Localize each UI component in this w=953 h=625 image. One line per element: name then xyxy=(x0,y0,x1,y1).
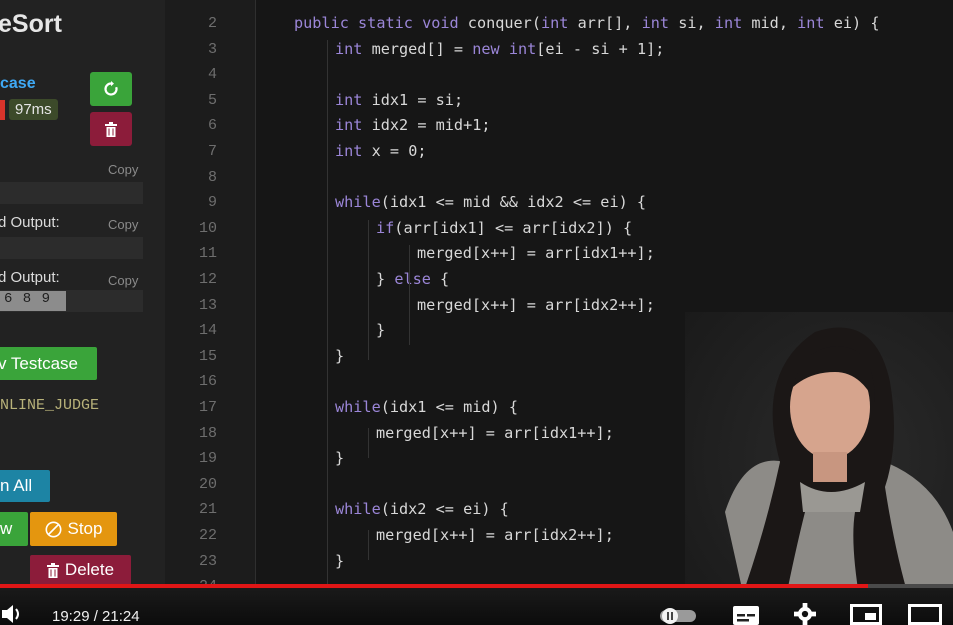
line-number: 9 xyxy=(207,194,217,212)
line-number: 22 xyxy=(198,527,217,544)
stop-label: Stop xyxy=(67,519,103,538)
code-line: } xyxy=(335,346,345,365)
line-number: 14 xyxy=(198,322,217,340)
judge-define-text: NLINE_JUDGE xyxy=(0,397,100,414)
line-number: 5 xyxy=(207,91,217,109)
indent-guide xyxy=(368,530,369,560)
line-number: 4 xyxy=(207,66,217,84)
subtitles-icon[interactable] xyxy=(733,606,759,625)
run-all-button[interactable]: n All xyxy=(0,470,50,502)
line-number: 18 xyxy=(198,424,217,442)
miniplayer-icon[interactable] xyxy=(850,604,882,625)
code-line: while(idx1 <= mid && idx2 <= ei) { xyxy=(335,193,647,212)
time-badge: 97ms xyxy=(9,99,58,120)
line-number: 15 xyxy=(198,347,217,365)
code-line: if(arr[idx1] <= arr[idx2]) { xyxy=(376,218,633,237)
delete-all-button[interactable]: Delete xyxy=(30,555,131,585)
your-output-value: 6 8 9 xyxy=(0,291,66,311)
copy-your-output-link[interactable]: Copy xyxy=(108,273,138,288)
autoplay-toggle-icon[interactable] xyxy=(660,608,700,624)
indent-guide xyxy=(368,220,369,360)
line-number: 10 xyxy=(198,219,217,237)
line-number: 19 xyxy=(198,450,217,468)
line-number: 13 xyxy=(198,296,217,314)
line-number: 11 xyxy=(198,245,217,263)
gutter-divider xyxy=(255,0,256,600)
line-number-gutter: 2345678910111213141516171819202122232425 xyxy=(165,0,255,625)
code-line: int merged[] = new int[ei - si + 1]; xyxy=(335,39,665,58)
copy-input-link[interactable]: Copy xyxy=(108,162,138,177)
new-testcase-button[interactable]: v Testcase xyxy=(0,347,97,380)
problem-title: eSort xyxy=(0,10,62,38)
theater-mode-icon[interactable] xyxy=(908,604,942,625)
line-number: 8 xyxy=(207,168,217,186)
time-display: 19:29 / 21:24 xyxy=(52,608,140,625)
expected-output-field[interactable] xyxy=(0,237,143,259)
line-number: 6 xyxy=(207,117,217,135)
code-line: merged[x++] = arr[idx2++]; xyxy=(376,526,614,544)
code-line: } else { xyxy=(376,270,450,288)
input-field[interactable] xyxy=(0,182,143,204)
stop-button[interactable]: Stop xyxy=(30,512,117,546)
code-line: while(idx2 <= ei) { xyxy=(335,500,509,519)
line-number: 17 xyxy=(198,399,217,416)
delete-label: Delete xyxy=(64,560,115,579)
code-line: } xyxy=(335,551,345,570)
code-line: int idx1 = si; xyxy=(335,90,464,109)
copy-expected-output-link[interactable]: Copy xyxy=(108,217,138,232)
testcase-label: case xyxy=(0,75,36,92)
code-line: merged[x++] = arr[idx1++]; xyxy=(376,423,614,442)
presenter-webcam xyxy=(685,312,953,602)
volume-icon[interactable] xyxy=(2,604,28,624)
trash-icon xyxy=(46,562,59,578)
view-button[interactable]: w xyxy=(0,512,28,546)
code-line: int idx2 = mid+1; xyxy=(335,116,491,135)
trash-icon xyxy=(105,121,117,137)
indent-guide xyxy=(368,428,369,458)
code-line: } xyxy=(376,321,386,340)
code-line: public static void conquer(int arr[], in… xyxy=(294,14,880,32)
code-line: while(idx1 <= mid) { xyxy=(335,398,518,416)
code-line: merged[x++] = arr[idx1++]; xyxy=(417,244,655,263)
code-line: } xyxy=(335,449,345,468)
line-number: 12 xyxy=(198,271,217,288)
line-number: 20 xyxy=(198,475,217,493)
line-number: 16 xyxy=(198,373,217,391)
line-number: 23 xyxy=(198,552,217,570)
refresh-icon xyxy=(104,81,118,96)
line-number: 3 xyxy=(207,40,217,58)
line-number: 21 xyxy=(198,501,217,519)
status-chip xyxy=(0,100,5,120)
your-output-label: d Output: xyxy=(0,269,60,286)
code-line: merged[x++] = arr[idx2++]; xyxy=(417,295,655,314)
line-number: 7 xyxy=(207,143,217,160)
line-number: 2 xyxy=(207,15,217,32)
testcase-panel: eSort case 97ms Copy d Output: Copy d Ou… xyxy=(0,0,165,625)
indent-guide xyxy=(409,245,410,345)
reset-button[interactable] xyxy=(90,72,132,106)
stop-icon xyxy=(45,521,61,537)
code-line: int x = 0; xyxy=(335,142,427,160)
delete-testcase-button[interactable] xyxy=(90,112,132,146)
settings-icon[interactable] xyxy=(791,603,819,625)
expected-output-label: d Output: xyxy=(0,214,60,231)
indent-guide xyxy=(327,40,328,600)
